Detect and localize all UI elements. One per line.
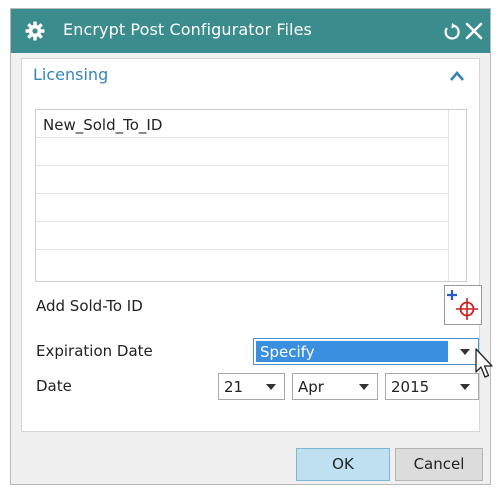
list-item[interactable]: New_Sold_To_ID [36, 110, 466, 138]
chevron-down-icon[interactable] [460, 349, 470, 355]
list-item-label: New_Sold_To_ID [43, 116, 163, 134]
day-value: 21 [224, 378, 244, 396]
mouse-cursor-icon [475, 348, 493, 378]
list-item[interactable] [36, 194, 466, 222]
reset-icon[interactable] [443, 23, 461, 41]
expiration-date-label: Expiration Date [36, 342, 153, 360]
licensing-section-header[interactable]: Licensing [22, 59, 479, 93]
month-value: Apr [298, 378, 324, 396]
list-scrollbar[interactable] [448, 110, 466, 281]
list-item[interactable] [36, 250, 466, 278]
titlebar[interactable]: Encrypt Post Configurator Files [11, 9, 490, 53]
chevron-down-icon[interactable] [359, 384, 369, 390]
sold-to-list[interactable]: New_Sold_To_ID [35, 109, 467, 282]
date-label: Date [36, 377, 72, 395]
cancel-button[interactable]: Cancel [395, 448, 483, 481]
month-select[interactable]: Apr [292, 373, 378, 400]
year-value: 2015 [391, 378, 430, 396]
add-point-icon [447, 290, 478, 320]
licensing-panel: Licensing New_Sold_To_ID Add Sold-To ID … [21, 58, 482, 432]
encrypt-dialog: Encrypt Post Configurator Files Licensin… [10, 8, 491, 485]
day-select[interactable]: 21 [218, 373, 285, 400]
chevron-down-icon[interactable] [266, 384, 276, 390]
expiration-date-value: Specify [260, 343, 315, 361]
list-item[interactable] [36, 166, 466, 194]
list-item[interactable] [36, 222, 466, 250]
gear-icon [25, 21, 45, 41]
ok-button[interactable]: OK [296, 448, 390, 481]
chevron-up-icon[interactable] [449, 69, 465, 83]
expiration-date-select[interactable]: Specify [253, 338, 479, 365]
add-sold-to-button[interactable] [444, 285, 482, 325]
section-title: Licensing [33, 65, 109, 84]
add-sold-to-label: Add Sold-To ID [36, 297, 143, 315]
year-select[interactable]: 2015 [385, 373, 479, 400]
chevron-down-icon[interactable] [460, 384, 470, 390]
window-title: Encrypt Post Configurator Files [63, 20, 312, 39]
close-icon[interactable] [465, 22, 483, 40]
list-item[interactable] [36, 138, 466, 166]
